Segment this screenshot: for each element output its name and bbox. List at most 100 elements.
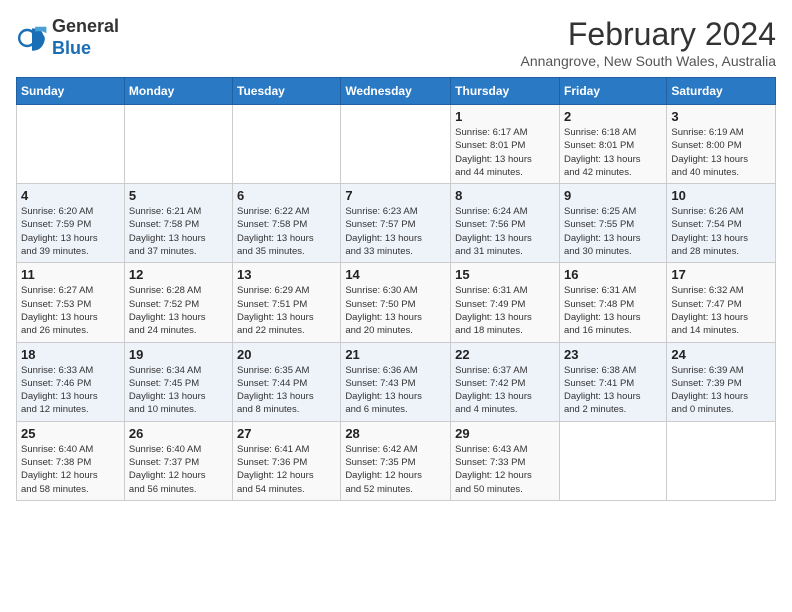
day-number: 7 xyxy=(345,188,446,203)
calendar-table: SundayMondayTuesdayWednesdayThursdayFrid… xyxy=(16,77,776,501)
calendar-cell xyxy=(559,421,666,500)
day-number: 29 xyxy=(455,426,555,441)
day-number: 3 xyxy=(671,109,771,124)
calendar-cell: 17 Sunrise: 6:32 AMSunset: 7:47 PMDayligh… xyxy=(667,263,776,342)
day-number: 11 xyxy=(21,267,120,282)
calendar-cell: 22 Sunrise: 6:37 AMSunset: 7:42 PMDayligh… xyxy=(451,342,560,421)
calendar-cell: 1Sunrise: 6:17 AMSunset: 8:01 PMDaylight… xyxy=(451,105,560,184)
weekday-header-monday: Monday xyxy=(124,78,232,105)
day-info: Sunrise: 6:27 AMSunset: 7:53 PMDaylight:… xyxy=(21,284,120,337)
day-number: 21 xyxy=(345,347,446,362)
day-number: 23 xyxy=(564,347,662,362)
day-info: Sunrise: 6:32 AMSunset: 7:47 PMDaylight:… xyxy=(671,284,771,337)
day-info: Sunrise: 6:20 AMSunset: 7:59 PMDaylight:… xyxy=(21,205,120,258)
day-info: Sunrise: 6:24 AMSunset: 7:56 PMDaylight:… xyxy=(455,205,555,258)
day-info: Sunrise: 6:18 AMSunset: 8:01 PMDaylight:… xyxy=(564,126,662,179)
calendar-cell: 8 Sunrise: 6:24 AMSunset: 7:56 PMDaylight… xyxy=(451,184,560,263)
day-info: Sunrise: 6:29 AMSunset: 7:51 PMDaylight:… xyxy=(237,284,336,337)
calendar-cell xyxy=(341,105,451,184)
day-info: Sunrise: 6:21 AMSunset: 7:58 PMDaylight:… xyxy=(129,205,228,258)
day-info: Sunrise: 6:26 AMSunset: 7:54 PMDaylight:… xyxy=(671,205,771,258)
day-info: Sunrise: 6:31 AMSunset: 7:48 PMDaylight:… xyxy=(564,284,662,337)
day-number: 14 xyxy=(345,267,446,282)
day-number: 26 xyxy=(129,426,228,441)
day-info: Sunrise: 6:31 AMSunset: 7:49 PMDaylight:… xyxy=(455,284,555,337)
logo: General Blue xyxy=(16,16,119,59)
day-number: 27 xyxy=(237,426,336,441)
calendar-cell: 20Sunrise: 6:35 AMSunset: 7:44 PMDayligh… xyxy=(233,342,341,421)
calendar-week-4: 25 Sunrise: 6:40 AMSunset: 7:38 PMDayligh… xyxy=(17,421,776,500)
day-info: Sunrise: 6:40 AMSunset: 7:37 PMDaylight:… xyxy=(129,443,228,496)
location-title: Annangrove, New South Wales, Australia xyxy=(520,53,776,69)
day-info: Sunrise: 6:40 AMSunset: 7:38 PMDaylight:… xyxy=(21,443,120,496)
day-info: Sunrise: 6:23 AMSunset: 7:57 PMDaylight:… xyxy=(345,205,446,258)
day-number: 5 xyxy=(129,188,228,203)
day-number: 19 xyxy=(129,347,228,362)
day-number: 15 xyxy=(455,267,555,282)
day-number: 4 xyxy=(21,188,120,203)
calendar-week-2: 11 Sunrise: 6:27 AMSunset: 7:53 PMDayligh… xyxy=(17,263,776,342)
day-number: 2 xyxy=(564,109,662,124)
calendar-cell: 18 Sunrise: 6:33 AMSunset: 7:46 PMDayligh… xyxy=(17,342,125,421)
calendar-cell: 29 Sunrise: 6:43 AMSunset: 7:33 PMDayligh… xyxy=(451,421,560,500)
day-info: Sunrise: 6:39 AMSunset: 7:39 PMDaylight:… xyxy=(671,364,771,417)
day-number: 28 xyxy=(345,426,446,441)
calendar-cell: 25 Sunrise: 6:40 AMSunset: 7:38 PMDayligh… xyxy=(17,421,125,500)
day-number: 1 xyxy=(455,109,555,124)
calendar-cell: 14 Sunrise: 6:30 AMSunset: 7:50 PMDayligh… xyxy=(341,263,451,342)
calendar-cell: 7 Sunrise: 6:23 AMSunset: 7:57 PMDaylight… xyxy=(341,184,451,263)
logo-text: General Blue xyxy=(52,16,119,59)
weekday-header-friday: Friday xyxy=(559,78,666,105)
weekday-header-wednesday: Wednesday xyxy=(341,78,451,105)
page-header: General Blue February 2024 Annangrove, N… xyxy=(16,16,776,69)
calendar-cell: 26 Sunrise: 6:40 AMSunset: 7:37 PMDayligh… xyxy=(124,421,232,500)
day-number: 17 xyxy=(671,267,771,282)
calendar-cell: 2 Sunrise: 6:18 AMSunset: 8:01 PMDaylight… xyxy=(559,105,666,184)
day-number: 8 xyxy=(455,188,555,203)
calendar-cell: 21 Sunrise: 6:36 AMSunset: 7:43 PMDayligh… xyxy=(341,342,451,421)
day-number: 25 xyxy=(21,426,120,441)
calendar-cell xyxy=(17,105,125,184)
calendar-cell: 28 Sunrise: 6:42 AMSunset: 7:35 PMDayligh… xyxy=(341,421,451,500)
day-info: Sunrise: 6:28 AMSunset: 7:52 PMDaylight:… xyxy=(129,284,228,337)
calendar-cell: 6 Sunrise: 6:22 AMSunset: 7:58 PMDaylight… xyxy=(233,184,341,263)
day-info: Sunrise: 6:37 AMSunset: 7:42 PMDaylight:… xyxy=(455,364,555,417)
calendar-cell: 4 Sunrise: 6:20 AMSunset: 7:59 PMDaylight… xyxy=(17,184,125,263)
logo-icon xyxy=(16,22,48,54)
weekday-header-row: SundayMondayTuesdayWednesdayThursdayFrid… xyxy=(17,78,776,105)
day-number: 9 xyxy=(564,188,662,203)
calendar-cell: 11 Sunrise: 6:27 AMSunset: 7:53 PMDayligh… xyxy=(17,263,125,342)
day-info: Sunrise: 6:19 AMSunset: 8:00 PMDaylight:… xyxy=(671,126,771,179)
day-info: Sunrise: 6:34 AMSunset: 7:45 PMDaylight:… xyxy=(129,364,228,417)
day-number: 22 xyxy=(455,347,555,362)
calendar-body: 1Sunrise: 6:17 AMSunset: 8:01 PMDaylight… xyxy=(17,105,776,501)
day-number: 18 xyxy=(21,347,120,362)
day-info: Sunrise: 6:33 AMSunset: 7:46 PMDaylight:… xyxy=(21,364,120,417)
day-info: Sunrise: 6:43 AMSunset: 7:33 PMDaylight:… xyxy=(455,443,555,496)
day-number: 24 xyxy=(671,347,771,362)
calendar-cell xyxy=(667,421,776,500)
month-title: February 2024 xyxy=(520,16,776,53)
calendar-cell xyxy=(124,105,232,184)
day-number: 16 xyxy=(564,267,662,282)
calendar-cell: 16 Sunrise: 6:31 AMSunset: 7:48 PMDayligh… xyxy=(559,263,666,342)
calendar-cell: 23Sunrise: 6:38 AMSunset: 7:41 PMDayligh… xyxy=(559,342,666,421)
day-info: Sunrise: 6:25 AMSunset: 7:55 PMDaylight:… xyxy=(564,205,662,258)
calendar-cell: 24 Sunrise: 6:39 AMSunset: 7:39 PMDayligh… xyxy=(667,342,776,421)
calendar-cell: 12Sunrise: 6:28 AMSunset: 7:52 PMDayligh… xyxy=(124,263,232,342)
calendar-week-0: 1Sunrise: 6:17 AMSunset: 8:01 PMDaylight… xyxy=(17,105,776,184)
weekday-header-tuesday: Tuesday xyxy=(233,78,341,105)
day-number: 6 xyxy=(237,188,336,203)
day-info: Sunrise: 6:36 AMSunset: 7:43 PMDaylight:… xyxy=(345,364,446,417)
calendar-cell: 3 Sunrise: 6:19 AMSunset: 8:00 PMDaylight… xyxy=(667,105,776,184)
day-number: 20 xyxy=(237,347,336,362)
day-info: Sunrise: 6:30 AMSunset: 7:50 PMDaylight:… xyxy=(345,284,446,337)
calendar-cell xyxy=(233,105,341,184)
calendar-week-1: 4 Sunrise: 6:20 AMSunset: 7:59 PMDaylight… xyxy=(17,184,776,263)
weekday-header-thursday: Thursday xyxy=(451,78,560,105)
title-area: February 2024 Annangrove, New South Wale… xyxy=(520,16,776,69)
day-info: Sunrise: 6:42 AMSunset: 7:35 PMDaylight:… xyxy=(345,443,446,496)
calendar-cell: 5 Sunrise: 6:21 AMSunset: 7:58 PMDaylight… xyxy=(124,184,232,263)
calendar-cell: 9 Sunrise: 6:25 AMSunset: 7:55 PMDaylight… xyxy=(559,184,666,263)
day-info: Sunrise: 6:22 AMSunset: 7:58 PMDaylight:… xyxy=(237,205,336,258)
